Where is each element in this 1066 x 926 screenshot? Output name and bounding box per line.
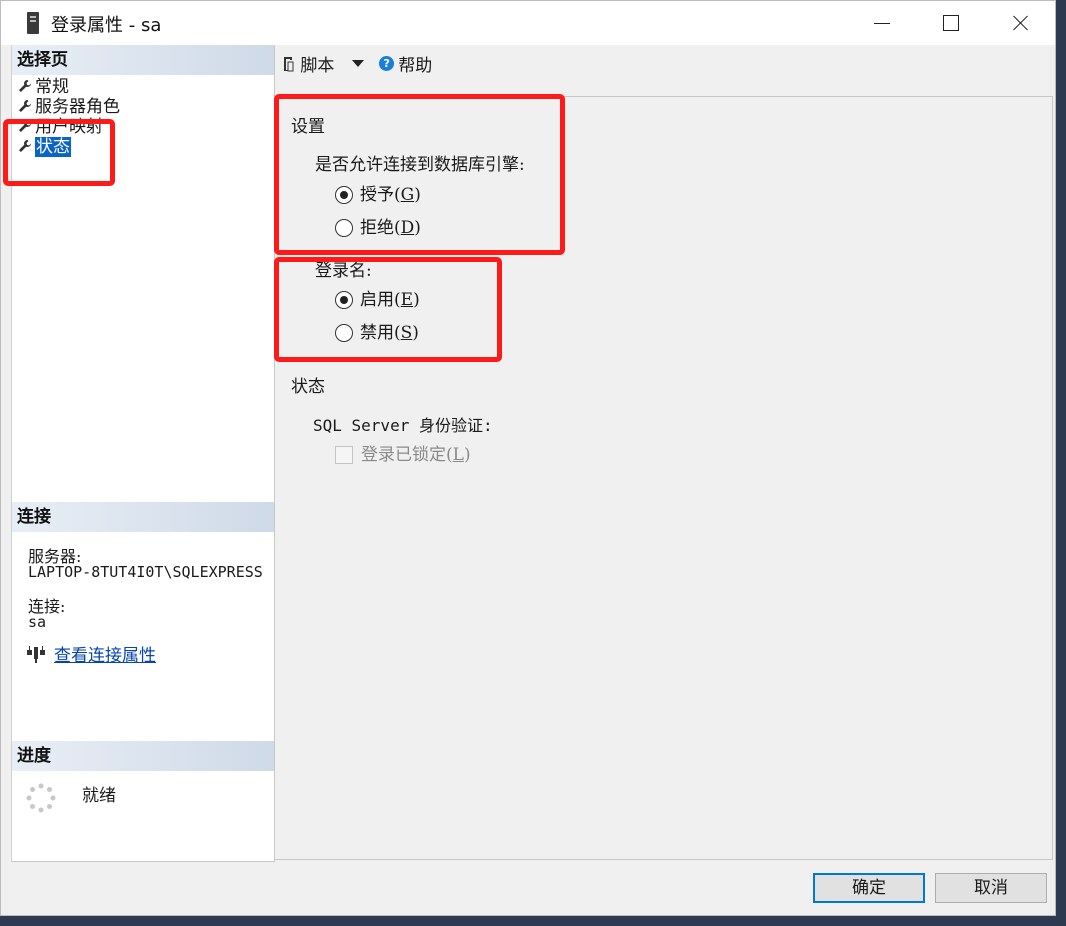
highlight-box-settings <box>274 94 565 255</box>
login-properties-window: 登录属性 - sa 选择页 常规 服务器角色 用户映射 状态 连接 服务器: L… <box>0 0 1056 916</box>
chevron-down-icon[interactable] <box>351 60 364 67</box>
spinner-icon <box>26 783 56 813</box>
nav-item-general[interactable]: 常规 <box>18 77 69 97</box>
nav-item-server-roles[interactable]: 服务器角色 <box>18 97 120 117</box>
maximize-button[interactable] <box>916 1 986 45</box>
view-connection-properties[interactable]: 查看连接属性 <box>26 641 156 666</box>
server-icon <box>27 12 39 34</box>
toolbar: 脚本 ? 帮助 <box>281 51 432 77</box>
locked-access-key: L <box>452 445 464 465</box>
script-icon <box>284 56 294 71</box>
view-connection-properties-link[interactable]: 查看连接属性 <box>54 646 156 666</box>
login-locked-checkbox[interactable]: 登录已锁定(L) <box>335 444 471 466</box>
select-page-header: 选择页 <box>12 45 274 75</box>
help-button[interactable]: ? 帮助 <box>379 53 433 76</box>
help-icon: ? <box>379 56 395 71</box>
connection-properties-icon <box>27 646 45 663</box>
sql-auth-label: SQL Server 身份验证: <box>313 416 493 435</box>
script-button[interactable]: 脚本 <box>281 53 340 76</box>
checkbox-icon <box>335 446 353 464</box>
nav-item-label: 常规 <box>35 77 69 97</box>
wrench-icon <box>19 100 31 112</box>
locked-label: 登录已锁定 <box>361 445 446 465</box>
wrench-icon <box>19 80 31 92</box>
window-title: 登录属性 - sa <box>51 15 162 36</box>
script-label: 脚本 <box>300 56 335 76</box>
progress-header: 进度 <box>12 741 274 771</box>
close-button[interactable] <box>986 1 1056 45</box>
progress-status: 就绪 <box>82 786 116 806</box>
status-group-title: 状态 <box>291 377 325 397</box>
ok-button[interactable]: 确定 <box>813 873 925 903</box>
nav-item-label: 服务器角色 <box>35 97 120 117</box>
connection-header: 连接 <box>12 502 274 532</box>
highlight-box-status-nav <box>3 119 115 186</box>
minimize-button[interactable] <box>846 1 916 45</box>
help-label: 帮助 <box>398 56 433 76</box>
highlight-box-login <box>274 257 502 362</box>
connection-value: sa <box>28 613 47 631</box>
server-value: LAPTOP-8TUT4I0T\SQLEXPRESS <box>28 563 263 581</box>
cancel-button[interactable]: 取消 <box>935 873 1047 903</box>
title-bar: 登录属性 - sa <box>1 1 1055 45</box>
